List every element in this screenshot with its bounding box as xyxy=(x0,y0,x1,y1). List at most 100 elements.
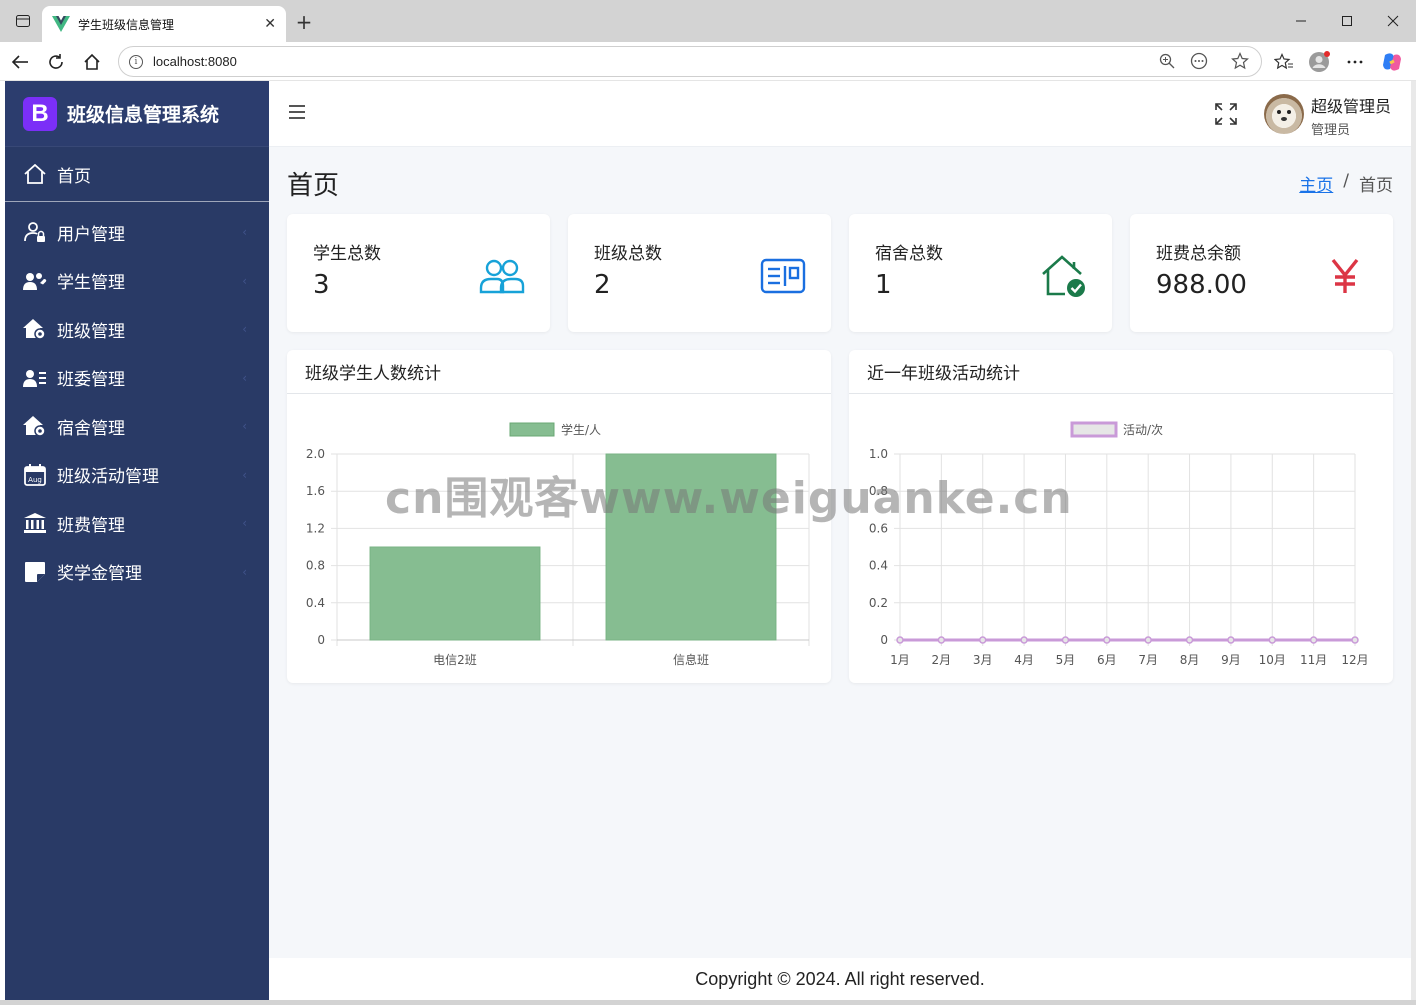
back-icon[interactable] xyxy=(6,48,34,76)
more-menu-icon[interactable] xyxy=(1341,48,1369,76)
page-scrollbar[interactable] xyxy=(1411,81,1416,1000)
data-point xyxy=(896,636,904,644)
favorite-star-icon[interactable] xyxy=(1229,50,1251,72)
x-tick-label: 9月 xyxy=(1221,653,1241,667)
sidebar-item-label: 首页 xyxy=(57,166,91,187)
x-tick-label: 11月 xyxy=(1300,653,1327,667)
fullscreen-icon[interactable] xyxy=(1213,101,1239,127)
sidebar-item-user-management[interactable]: 用户管理 ‹ xyxy=(5,208,269,257)
chevron-left-icon: ‹ xyxy=(242,225,247,240)
data-point xyxy=(1144,636,1152,644)
data-point xyxy=(1103,636,1111,644)
tab-title: 学生班级信息管理 xyxy=(78,17,175,32)
sidebar-item-fee-management[interactable]: 班费管理 ‹ xyxy=(5,499,269,548)
x-tick-label: 4月 xyxy=(1014,653,1034,667)
copilot-icon[interactable] xyxy=(1378,48,1406,76)
tab-actions-icon[interactable] xyxy=(0,0,46,42)
line-chart: 活动/次00.20.40.60.81.01月 2月 3月 4月 5月 6月 7月 8月 9月 10… xyxy=(869,421,1369,667)
data-point xyxy=(1351,636,1359,644)
brand-logo: B xyxy=(23,96,57,131)
browser-tab[interactable]: 学生班级信息管理 ✕ xyxy=(42,6,286,42)
maximize-icon[interactable] xyxy=(1324,0,1370,42)
main-content: 超级管理员 管理员 首页 主页 / 首页 学生总数 3 班级总数 2 宿舍总数 … xyxy=(269,81,1411,1000)
home-browser-icon[interactable] xyxy=(78,48,106,76)
avatar[interactable] xyxy=(1264,94,1304,134)
x-tick-label: 信息班 xyxy=(673,652,709,667)
read-more-icon[interactable] xyxy=(1188,50,1210,72)
stat-value: 1 xyxy=(875,270,892,300)
sidebar-item-activity-management[interactable]: Aug 班级活动管理 ‹ xyxy=(5,451,269,500)
stat-value: 3 xyxy=(313,270,330,300)
breadcrumb: 主页 / 首页 xyxy=(1299,171,1393,196)
data-point xyxy=(1309,636,1318,644)
data-point xyxy=(978,636,987,644)
address-bar: i localhost:8080 xyxy=(0,42,1416,81)
data-point xyxy=(1061,636,1070,644)
breadcrumb-home-link[interactable]: 主页 xyxy=(1299,171,1333,196)
x-tick-label: 5月 xyxy=(1056,653,1076,667)
favorites-icon[interactable] xyxy=(1270,48,1298,76)
footer: Copyright © 2024. All right reserved. xyxy=(269,958,1411,1000)
sidebar-item-label: 班级管理 xyxy=(57,321,125,342)
minimize-icon[interactable] xyxy=(1278,0,1324,42)
zoom-icon[interactable] xyxy=(1156,50,1178,72)
x-tick-label: 1月 xyxy=(890,653,910,667)
data-point xyxy=(1185,636,1194,644)
top-navbar: 超级管理员 管理员 xyxy=(269,81,1411,147)
sidebar-item-home[interactable]: 首页 xyxy=(5,147,269,202)
chevron-left-icon: ‹ xyxy=(242,273,247,288)
data-point xyxy=(1227,636,1235,644)
user-role: 管理员 xyxy=(1311,123,1351,138)
sidebar-item-label: 学生管理 xyxy=(57,273,125,294)
id-card-icon xyxy=(759,254,807,298)
sidebar-item-label: 宿舍管理 xyxy=(57,418,125,439)
stat-card-classes: 班级总数 2 xyxy=(568,214,831,332)
sidebar: B 班级信息管理系统 首页 用户管理 ‹ 学生管理 ‹ 班级管理 ‹ 班委管理 … xyxy=(5,81,269,1000)
user-list-icon xyxy=(23,366,47,390)
sidebar-item-committee-management[interactable]: 班委管理 ‹ xyxy=(5,354,269,403)
x-tick-label: 3月 xyxy=(973,653,993,667)
chevron-left-icon: ‹ xyxy=(242,322,247,337)
close-window-icon[interactable] xyxy=(1370,0,1416,42)
stat-label: 宿舍总数 xyxy=(875,244,943,264)
people-icon xyxy=(478,254,526,298)
y-tick-label: 0.4 xyxy=(306,596,325,610)
sidebar-item-label: 用户管理 xyxy=(57,224,125,245)
sidebar-item-label: 奖学金管理 xyxy=(57,564,142,585)
vue-logo-icon xyxy=(52,16,70,32)
sidebar-item-class-management[interactable]: 班级管理 ‹ xyxy=(5,305,269,354)
window-border xyxy=(0,1000,1416,1005)
legend-label: 学生/人 xyxy=(561,422,601,437)
x-tick-label: 2月 xyxy=(932,653,952,667)
sidebar-item-student-management[interactable]: 学生管理 ‹ xyxy=(5,257,269,306)
y-tick-label: 2.0 xyxy=(306,447,325,461)
stat-card-fee-balance: 班费总余额 988.00 xyxy=(1130,214,1393,332)
menu-toggle-icon[interactable] xyxy=(289,105,305,119)
panel-title: 班级学生人数统计 xyxy=(287,350,831,394)
breadcrumb-separator: / xyxy=(1343,171,1349,191)
brand[interactable]: B 班级信息管理系统 xyxy=(5,81,269,147)
users-heart-icon xyxy=(23,269,47,293)
chevron-left-icon: ‹ xyxy=(242,467,247,482)
tab-close-icon[interactable]: ✕ xyxy=(264,16,276,32)
url-input[interactable]: i localhost:8080 xyxy=(118,46,1262,77)
sidebar-item-label: 班委管理 xyxy=(57,370,125,391)
legend-label: 活动/次 xyxy=(1123,423,1163,437)
user-name[interactable]: 超级管理员 xyxy=(1311,93,1391,117)
chevron-left-icon: ‹ xyxy=(242,564,247,579)
site-info-icon[interactable]: i xyxy=(129,54,143,69)
new-tab-button[interactable]: + xyxy=(290,8,318,36)
sidebar-item-scholarship-management[interactable]: 奖学金管理 ‹ xyxy=(5,548,269,597)
home-icon xyxy=(23,162,47,186)
reload-icon[interactable] xyxy=(42,48,70,76)
page-title: 首页 xyxy=(287,171,340,201)
legend-swatch xyxy=(509,422,555,437)
sidebar-item-dorm-management[interactable]: 宿舍管理 ‹ xyxy=(5,402,269,451)
stat-card-dorms: 宿舍总数 1 xyxy=(849,214,1112,332)
profile-icon[interactable] xyxy=(1305,48,1333,76)
yen-icon xyxy=(1321,254,1369,298)
sidebar-item-label: 班费管理 xyxy=(57,515,125,536)
chevron-left-icon: ‹ xyxy=(242,516,247,531)
x-tick-label: 6月 xyxy=(1097,653,1117,667)
x-tick-label: 7月 xyxy=(1138,653,1158,667)
